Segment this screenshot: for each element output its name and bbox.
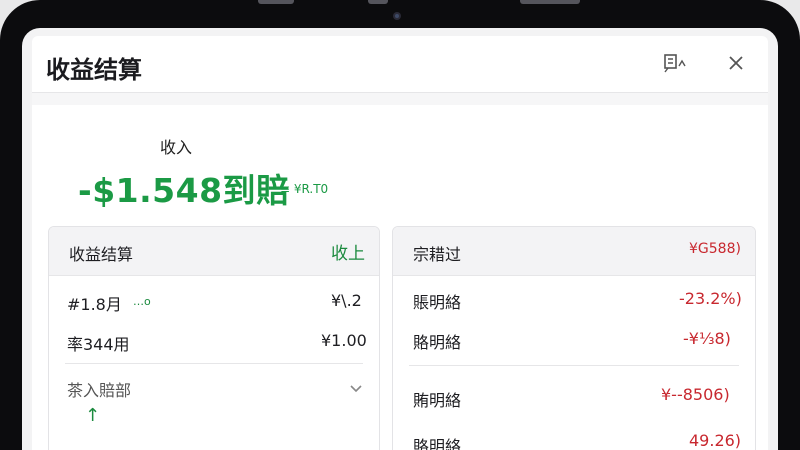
detail-card-header: 宗耤过 ¥G588) bbox=[393, 227, 755, 276]
settlement-card-header: 收益结算 收上 bbox=[49, 227, 379, 276]
volume-button bbox=[258, 0, 294, 4]
detail-row-5-value: 49.26) bbox=[689, 431, 742, 450]
pin-icon-graphic bbox=[664, 54, 686, 73]
detail-row-2-label: 賬明絡 bbox=[413, 293, 462, 312]
device-top-bezel bbox=[0, 0, 800, 30]
detail-row-3-value: -¥⅓8) bbox=[683, 329, 731, 348]
detail-row-1-label: 宗耤过 bbox=[413, 245, 462, 264]
income-suffix: ≡ ¥R.T0 bbox=[280, 182, 329, 196]
camera-icon bbox=[393, 12, 401, 20]
income-label: 收入 bbox=[160, 138, 193, 157]
section-divider bbox=[65, 363, 363, 364]
row-1-label: #1.8月 bbox=[67, 295, 122, 314]
settlement-card-title: 收益结算 bbox=[69, 245, 134, 264]
row-1-value: ¥\.2 bbox=[331, 291, 362, 310]
settlement-panel: 收益结算 收入 -$1.548到賠 ≡ ¥R.T0 收益结算 收上 #1.8月 … bbox=[32, 36, 768, 450]
screen: 收益结算 收入 -$1.548到賠 ≡ ¥R.T0 收益结算 收上 #1.8月 … bbox=[22, 28, 778, 450]
chevron-down-icon-graphic bbox=[350, 385, 362, 393]
settlement-card: 收益结算 收上 #1.8月 …o ¥\.2 率344用 ¥1.00 茶入賠部 ↑… bbox=[48, 226, 380, 450]
detail-divider bbox=[409, 365, 739, 366]
detail-row-4-value: ¥--8506) bbox=[661, 385, 730, 404]
detail-row-3-label: 賂明絡 bbox=[413, 333, 462, 352]
row-2-label: 率344用 bbox=[67, 335, 130, 354]
detail-row-4-label: 賄明絡 bbox=[413, 391, 462, 410]
detail-row-1-value: ¥G588) bbox=[689, 241, 741, 257]
tablet-frame: 收益结算 收入 -$1.548到賠 ≡ ¥R.T0 收益结算 收上 #1.8月 … bbox=[0, 0, 800, 450]
up-arrow-icon: ↑ bbox=[85, 405, 101, 426]
page-title: 收益结算 bbox=[46, 56, 142, 84]
panel-header: 收益结算 bbox=[32, 36, 768, 93]
row-2-value: ¥1.00 bbox=[321, 331, 367, 350]
detail-row-5-label: 賂明絡 bbox=[413, 437, 462, 450]
side-button bbox=[368, 0, 388, 4]
detail-card: 宗耤过 ¥G588) 賬明絡 -23.2%) 賂明絡 -¥⅓8) 賄明絡 ¥--… bbox=[392, 226, 756, 450]
row-1-note: …o bbox=[133, 295, 151, 308]
close-icon-graphic bbox=[729, 56, 743, 70]
income-value: -$1.548到賠 bbox=[78, 171, 290, 210]
detail-row-2-value: -23.2%) bbox=[679, 289, 742, 308]
header-shadow-band bbox=[32, 93, 768, 105]
power-button bbox=[520, 0, 580, 4]
close-icon[interactable] bbox=[723, 50, 749, 76]
settlement-action-link[interactable]: 收上 bbox=[331, 239, 365, 264]
chevron-down-icon[interactable] bbox=[349, 379, 363, 398]
pin-icon[interactable] bbox=[662, 50, 688, 76]
section-label: 茶入賠部 bbox=[67, 381, 132, 400]
